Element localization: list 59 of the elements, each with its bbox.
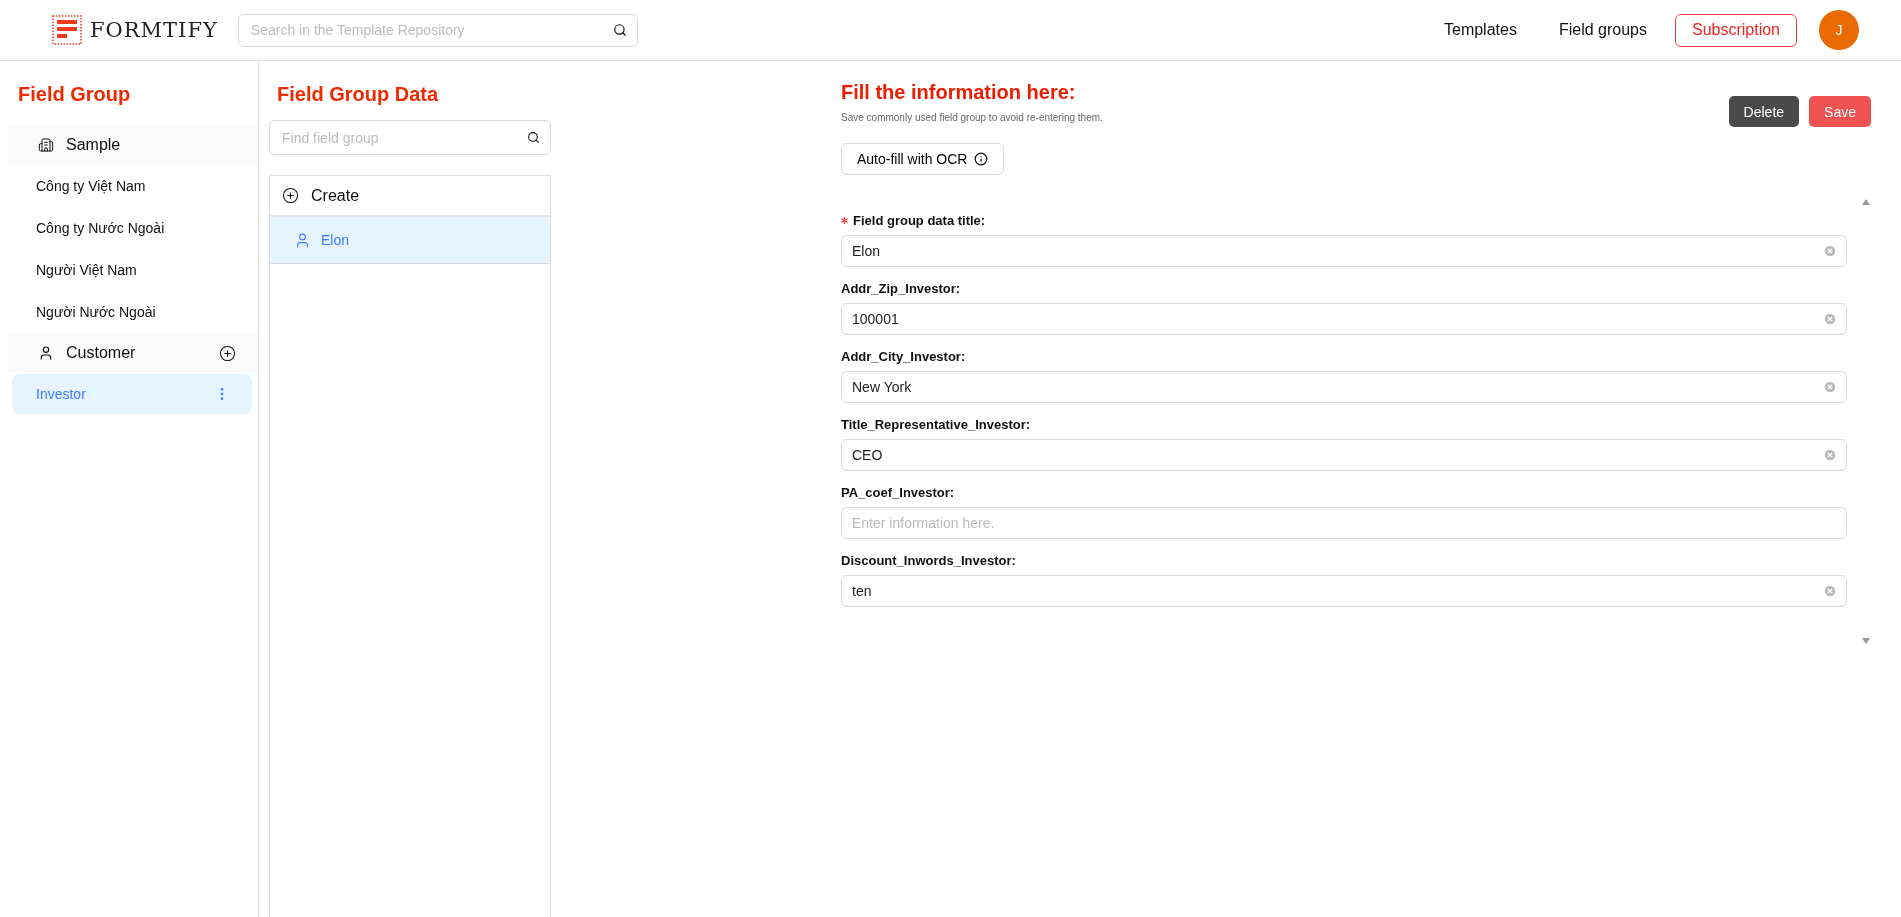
group-header[interactable]: Customer <box>8 334 258 372</box>
logo-icon <box>52 15 82 45</box>
nav-link[interactable]: Templates <box>1444 21 1517 39</box>
input-field[interactable]: New York <box>841 371 1847 403</box>
info-icon <box>974 152 989 166</box>
subscription-button[interactable]: Subscription <box>1674 13 1797 47</box>
clear-icon[interactable] <box>1823 584 1837 598</box>
clear-icon[interactable] <box>1823 380 1837 394</box>
person-icon <box>38 345 54 361</box>
sidebar-item[interactable]: Công ty Nước Ngoài <box>12 208 252 248</box>
delete-button[interactable]: Delete <box>1728 96 1800 127</box>
form-title: Fill the information here: <box>841 81 1077 104</box>
scroll-down-icon[interactable] <box>1862 638 1870 644</box>
clear-icon[interactable] <box>1823 244 1837 258</box>
building-icon <box>38 137 54 153</box>
ocr-button[interactable]: Auto-fill with OCR <box>841 143 1005 175</box>
field-label-text: Addr_City_Investor: <box>841 349 966 364</box>
item-label: Elon <box>321 232 350 248</box>
item-label: Người Việt Nam <box>36 262 138 278</box>
item-label: Công ty Việt Nam <box>36 178 147 194</box>
group-header[interactable]: Sample <box>8 126 258 164</box>
field-label-text: Addr_Zip_Investor: <box>841 281 961 296</box>
input-field[interactable]: ten <box>841 575 1847 607</box>
required-asterisk-icon <box>841 217 848 224</box>
scroll-up-icon[interactable] <box>1862 199 1870 205</box>
clear-icon[interactable] <box>1823 312 1837 326</box>
create-label: Create <box>311 186 360 205</box>
add-icon <box>282 187 299 204</box>
search-icon[interactable] <box>527 131 540 144</box>
field-label-text: Title_Representative_Investor: <box>841 417 1031 432</box>
search-icon[interactable] <box>612 23 627 37</box>
sidebar-item[interactable]: Công ty Việt Nam <box>12 166 252 206</box>
input-field[interactable]: CEO <box>841 439 1847 471</box>
field-label-text: Discount_Inwords_Investor: <box>841 553 1016 568</box>
group-label: Sample <box>66 136 122 154</box>
search-field[interactable]: Find field group <box>269 120 551 155</box>
input-field[interactable]: Enter information here. <box>841 507 1847 539</box>
field-label-text: Field group data title: <box>853 213 986 228</box>
group-label: Customer <box>66 344 137 362</box>
field-label-text: PA_coef_Investor: <box>841 485 955 500</box>
item-label: Công ty Nước Ngoài <box>36 220 166 236</box>
sidebar-item[interactable]: Investor <box>12 374 252 414</box>
clear-icon[interactable] <box>1823 448 1837 462</box>
add-icon[interactable] <box>219 344 236 362</box>
nav-link[interactable]: Field groups <box>1558 21 1647 39</box>
search-input[interactable]: Search in the Template Repository <box>248 21 613 39</box>
input-field[interactable]: Elon <box>841 235 1847 267</box>
sidebar-title: Field Group <box>17 83 132 107</box>
sidebar-item[interactable]: Người Nước Ngoài <box>12 292 252 332</box>
item-label: Người Nước Ngoài <box>36 304 157 320</box>
search-input[interactable]: Find field group <box>280 128 527 147</box>
form-subtitle: Save commonly used field group to avoid re-entering them. <box>841 112 1104 123</box>
person-icon <box>294 231 311 249</box>
item-label: Investor <box>36 386 87 402</box>
logo-text: FORMTIFY <box>90 18 218 42</box>
panel-title: Field Group Data <box>276 83 440 107</box>
search-field[interactable]: Search in the Template Repository <box>237 13 638 47</box>
sidebar-item[interactable]: Người Việt Nam <box>12 250 252 290</box>
input-field[interactable]: 100001 <box>841 303 1847 335</box>
